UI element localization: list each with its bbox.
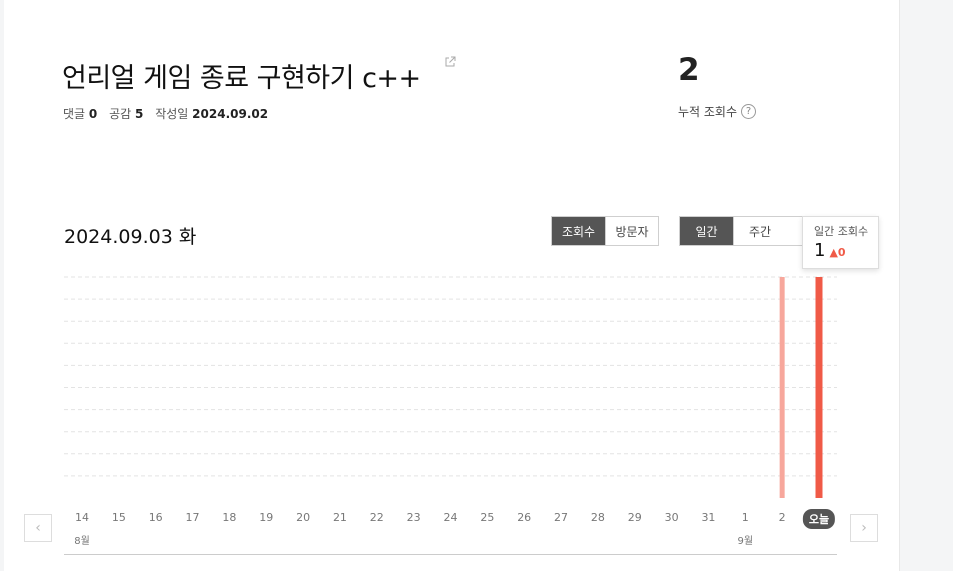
likes-count: 5 (135, 107, 144, 121)
tab-weekly[interactable]: 주간 (733, 217, 786, 245)
bar-2[interactable] (779, 277, 785, 498)
x-tick-label[interactable]: 2 (779, 511, 786, 524)
x-tick-label[interactable]: 31 (701, 511, 715, 524)
x-tick-label[interactable]: 21 (333, 511, 347, 524)
chevron-left-icon: ‹ (35, 520, 41, 536)
tooltip-delta-value: 0 (837, 246, 846, 259)
tab-daily[interactable]: 일간 (680, 217, 733, 245)
post-title: 언리얼 게임 종료 구현하기 c++ (62, 63, 421, 94)
month-label: 8월 (74, 536, 90, 547)
views-chart-svg (64, 276, 837, 498)
x-tick-label[interactable]: 17 (186, 511, 200, 524)
x-tick-label[interactable]: 오늘 (802, 509, 836, 529)
x-axis: 14 15 16 17 18 19 20 21 22 23 24 25 26 27 28 29 30 31 1 2 오늘… (64, 509, 837, 551)
views-chart (64, 270, 837, 500)
total-views-label-row: 누적 조회수 ? (678, 103, 757, 120)
daily-views-tooltip: 일간 조회수 1 ▲0 (802, 216, 879, 269)
chevron-right-icon: › (861, 520, 867, 536)
help-icon[interactable]: ? (741, 104, 757, 119)
selected-date: 2024.09.03 화 (64, 226, 197, 248)
prev-period-button[interactable]: ‹ (24, 514, 52, 542)
x-tick-label[interactable]: 19 (259, 511, 273, 524)
x-tick-label[interactable]: 25 (480, 511, 494, 524)
post-meta: 댓글 0 공감 5 작성일 2024.09.02 (63, 105, 276, 122)
x-tick-label[interactable]: 27 (554, 511, 568, 524)
created-date: 2024.09.02 (192, 107, 269, 121)
tooltip-label: 일간 조회수 (814, 225, 869, 238)
tab-visitors[interactable]: 방문자 (605, 217, 658, 245)
comments-count: 0 (88, 107, 98, 121)
x-tick-label[interactable]: 16 (149, 511, 163, 524)
x-tick-label[interactable]: 29 (628, 511, 642, 524)
x-tick-label[interactable]: 20 (296, 511, 310, 524)
x-tick-label[interactable]: 23 (407, 511, 421, 524)
x-tick-label[interactable]: 30 (665, 511, 679, 524)
tooltip-value: 1 (814, 240, 826, 261)
tooltip-delta: ▲0 (829, 246, 845, 259)
x-tick-label[interactable]: 14 (75, 511, 89, 524)
x-tick-label[interactable]: 28 (591, 511, 605, 524)
next-period-button[interactable]: › (850, 514, 878, 542)
bar-오늘[interactable] (815, 277, 823, 498)
external-link-icon[interactable] (444, 56, 456, 68)
period-toggle: 일간 주간 (679, 216, 804, 246)
up-triangle-icon: ▲ (829, 246, 838, 259)
axis-baseline (64, 554, 837, 555)
likes-label: 공감 (109, 107, 132, 121)
x-tick-label[interactable]: 18 (222, 511, 236, 524)
comments-label: 댓글 (63, 107, 86, 121)
metric-toggle: 조회수 방문자 (551, 216, 659, 246)
x-tick-label[interactable]: 1 (742, 511, 749, 524)
x-tick-label[interactable]: 24 (444, 511, 458, 524)
x-tick-label[interactable]: 26 (517, 511, 531, 524)
x-tick-label[interactable]: 15 (112, 511, 126, 524)
right-gutter (899, 0, 953, 571)
created-label: 작성일 (155, 107, 189, 121)
tab-views[interactable]: 조회수 (552, 217, 605, 245)
x-tick-label[interactable]: 22 (370, 511, 384, 524)
total-views-label: 누적 조회수 (678, 105, 738, 119)
month-label: 9월 (737, 536, 754, 547)
total-views: 2 (678, 52, 700, 88)
